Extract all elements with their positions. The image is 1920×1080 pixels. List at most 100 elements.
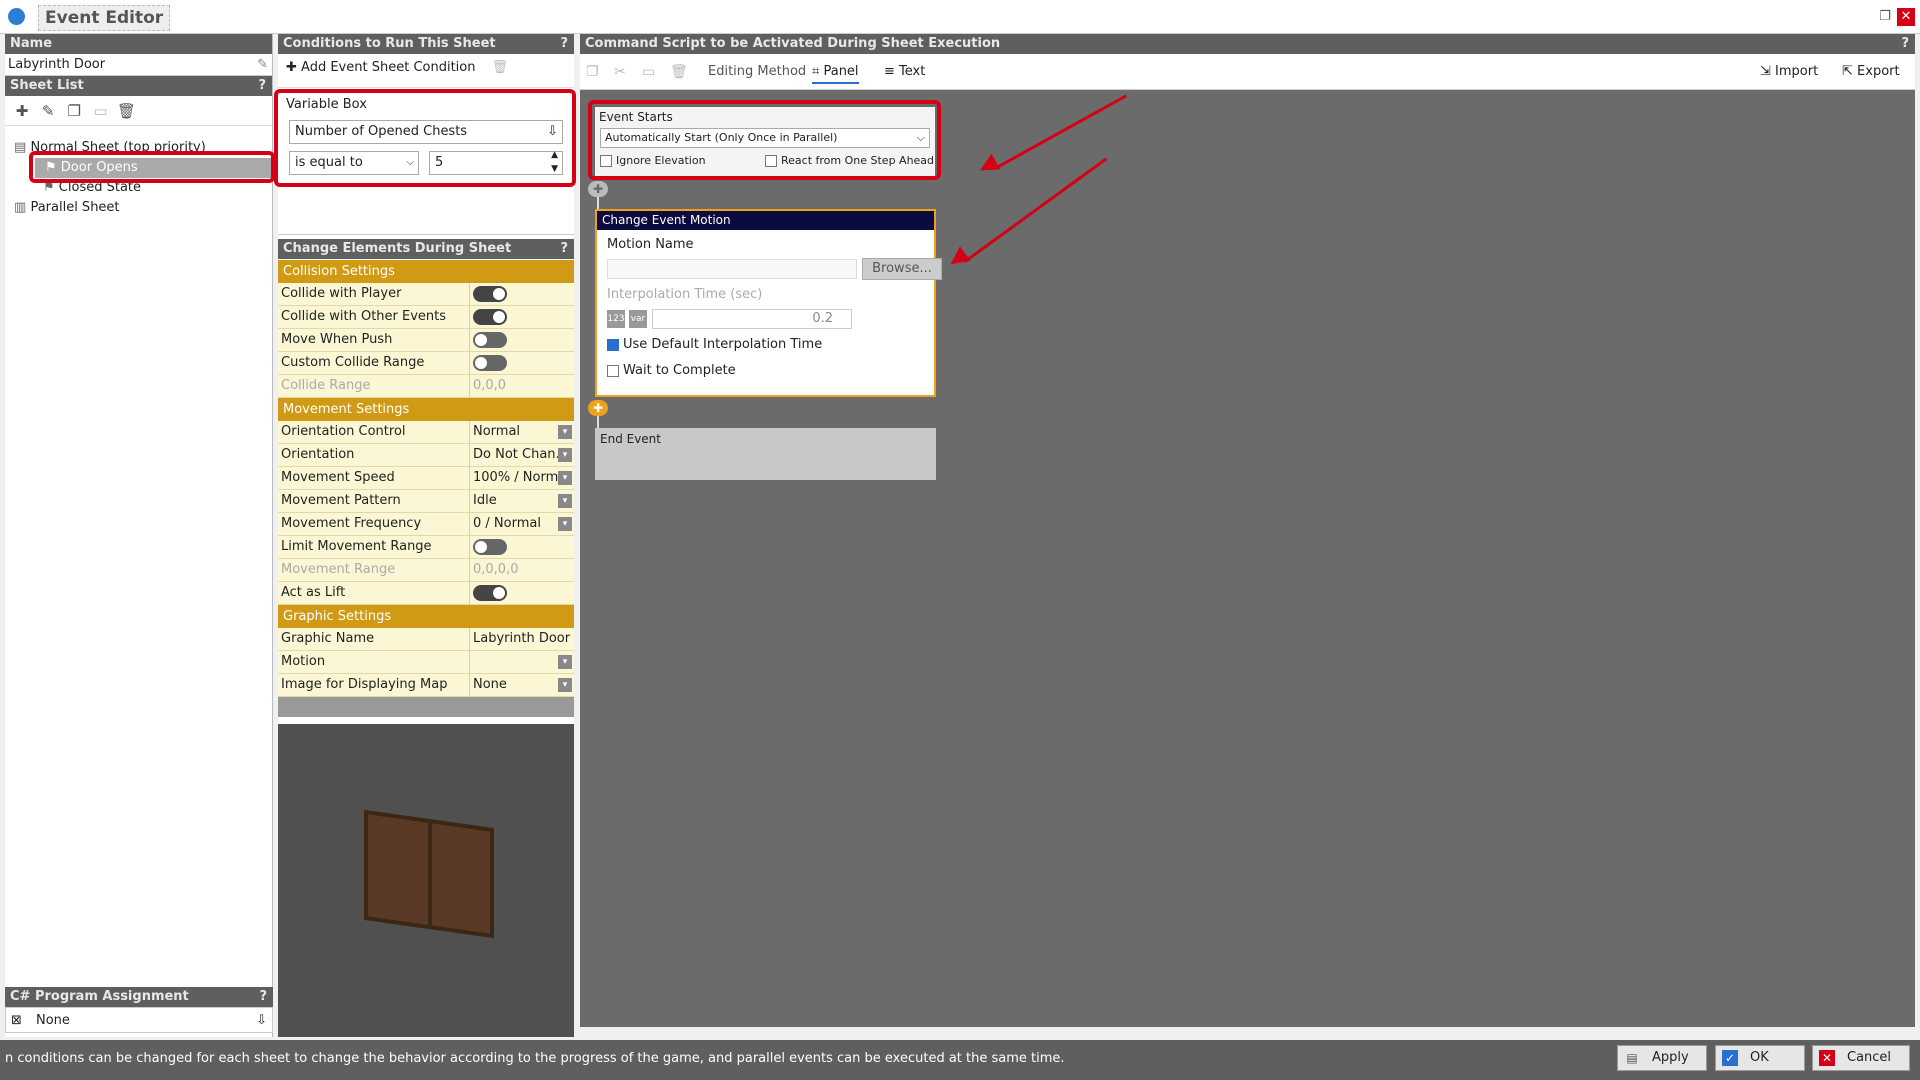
prop-speed[interactable]: Movement Speed 100% / Normal ▾	[278, 467, 574, 490]
x-icon: ✕	[1819, 1050, 1835, 1066]
toggle-switch[interactable]	[473, 332, 507, 348]
toggle-switch[interactable]	[473, 309, 507, 325]
dropdown-icon: ▾	[558, 494, 572, 508]
dropdown-icon: ▾	[558, 425, 572, 439]
script-header: Command Script to be Activated During Sh…	[580, 34, 1915, 54]
highlight-box	[274, 89, 576, 187]
copy-icon[interactable]: ❐	[586, 60, 599, 84]
toggle-switch[interactable]	[473, 286, 507, 302]
import-button[interactable]: ⇲ Import	[1760, 60, 1818, 84]
prop-limit-range: Limit Movement Range	[278, 536, 574, 559]
toggle-switch[interactable]	[473, 355, 507, 371]
highlight-box	[588, 100, 941, 180]
prop-graphic-name[interactable]: Graphic Name Labyrinth Door	[278, 628, 574, 651]
change-motion-box[interactable]: Change Event Motion Motion Name Browse..…	[595, 209, 942, 397]
middle-panel: Conditions to Run This Sheet? ✚ Add Even…	[274, 34, 576, 1037]
app-icon	[8, 8, 25, 25]
interp-value-field[interactable]: 0.2	[652, 309, 852, 329]
prop-image-map[interactable]: Image for Displaying Map None ▾	[278, 674, 574, 697]
horizontal-scrollbar[interactable]	[580, 1027, 1915, 1037]
connector	[597, 416, 599, 428]
prop-motion[interactable]: Motion ▾	[278, 651, 574, 674]
clear-icon[interactable]: ⊠	[11, 1008, 22, 1034]
end-event-box: End Event	[595, 428, 936, 480]
prop-collide-events: Collide with Other Events	[278, 306, 574, 329]
elements-header: Change Elements During Sheet Execution?	[278, 239, 574, 276]
edit-icon[interactable]: ✎	[37, 100, 59, 122]
arrow-down-icon[interactable]: ⇩	[256, 1008, 267, 1034]
insert-plus-icon[interactable]: ✚	[588, 400, 608, 416]
help-icon[interactable]: ?	[560, 34, 568, 54]
prop-move-range: Movement Range 0,0,0,0	[278, 559, 574, 582]
pencil-icon[interactable]: ✎	[257, 54, 268, 76]
use-default-checkbox[interactable]: Use Default Interpolation Time	[607, 337, 822, 352]
number-icon[interactable]: 123	[607, 310, 625, 328]
wait-complete-checkbox[interactable]: Wait to Complete	[607, 363, 736, 378]
end-event-label: End Event	[600, 432, 661, 446]
trash-icon[interactable]: 🗑	[670, 60, 688, 84]
prop-orientation[interactable]: Orientation Do Not Chan... ▾	[278, 444, 574, 467]
name-field[interactable]: Labyrinth Door ✎	[5, 54, 272, 76]
toggle-switch[interactable]	[473, 539, 507, 555]
help-icon[interactable]: ?	[560, 239, 568, 259]
trash-icon[interactable]: 🗑	[116, 100, 138, 122]
panel-tab[interactable]: ⌗ Panel	[812, 60, 859, 84]
csharp-select[interactable]: ⊠ None ⇩	[5, 1007, 273, 1033]
dropdown-icon: ▾	[558, 517, 572, 531]
trash-icon[interactable]: 🗑	[492, 60, 509, 75]
add-condition-button[interactable]: ✚ Add Event Sheet Condition	[286, 60, 475, 75]
cancel-button[interactable]: ✕ Cancel	[1812, 1045, 1910, 1071]
cut-icon[interactable]: ✂	[614, 60, 626, 84]
text-tab[interactable]: ≡ Text	[884, 60, 925, 84]
graphic-preview	[278, 724, 574, 1037]
add-icon[interactable]: ✚	[11, 100, 33, 122]
name-value: Labyrinth Door	[8, 57, 106, 72]
browse-button[interactable]: Browse...	[862, 258, 942, 280]
close-icon[interactable]: ✕	[1897, 8, 1915, 26]
copy-icon[interactable]: ❐	[63, 100, 85, 122]
help-icon[interactable]: ?	[258, 76, 266, 96]
apply-icon: ▤	[1626, 1051, 1638, 1065]
variable-icon[interactable]: var	[629, 310, 647, 328]
arrow-head-icon	[975, 153, 1001, 179]
sheet-toolbar: ✚ ✎ ❐ ▭ 🗑	[5, 96, 272, 126]
connector	[597, 197, 599, 209]
ok-button[interactable]: ✓ OK	[1715, 1045, 1805, 1071]
paste-icon[interactable]: ▭	[642, 60, 655, 84]
restore-icon[interactable]: ❐	[1876, 8, 1894, 26]
left-panel: Name Labyrinth Door ✎ Sheet List? ✚ ✎ ❐ …	[5, 34, 275, 1037]
prop-move-push: Move When Push	[278, 329, 574, 352]
prop-orientation-control[interactable]: Orientation Control Normal ▾	[278, 421, 574, 444]
help-icon[interactable]: ?	[259, 987, 267, 1007]
dropdown-icon: ▾	[558, 678, 572, 692]
movement-section: Movement Settings	[278, 398, 574, 421]
editing-method-label: Editing Method	[708, 64, 807, 79]
check-icon: ✓	[1722, 1050, 1738, 1066]
prop-pattern[interactable]: Movement Pattern Idle ▾	[278, 490, 574, 513]
dropdown-icon: ▾	[558, 471, 572, 485]
panel-icon: ⌗	[812, 64, 820, 79]
prop-collide-player: Collide with Player	[278, 283, 574, 306]
interp-time-label: Interpolation Time (sec)	[607, 287, 763, 302]
sheet-item-parallel[interactable]: ▥ Parallel Sheet	[14, 198, 120, 218]
apply-button[interactable]: ▤ Apply	[1617, 1045, 1707, 1071]
toggle-switch[interactable]	[473, 585, 507, 601]
prop-frequency[interactable]: Movement Frequency 0 / Normal ▾	[278, 513, 574, 536]
script-panel: Command Script to be Activated During Sh…	[580, 34, 1915, 1037]
sheet-list-header: Sheet List?	[5, 76, 272, 96]
dropdown-icon: ▾	[558, 655, 572, 669]
name-header: Name	[5, 34, 272, 54]
plus-icon: ✚	[286, 60, 297, 75]
motion-name-input[interactable]	[607, 259, 857, 279]
divider	[278, 234, 574, 235]
insert-plus-icon[interactable]: ✚	[588, 181, 608, 197]
paste-icon[interactable]: ▭	[89, 100, 111, 122]
help-icon[interactable]: ?	[1901, 34, 1909, 54]
export-button[interactable]: ⇱ Export	[1842, 60, 1900, 84]
prop-act-lift: Act as Lift	[278, 582, 574, 605]
arrow-head-icon	[945, 246, 971, 272]
csharp-section: C# Program Assignment? ⊠ None ⇩	[5, 987, 273, 1033]
parallel-icon: ▥	[14, 200, 27, 215]
status-text: n conditions can be changed for each she…	[5, 1051, 1065, 1066]
script-toolbar: ❐ ✂ ▭ 🗑 Editing Method ⌗ Panel ≡ Text ⇲ …	[580, 54, 1915, 90]
